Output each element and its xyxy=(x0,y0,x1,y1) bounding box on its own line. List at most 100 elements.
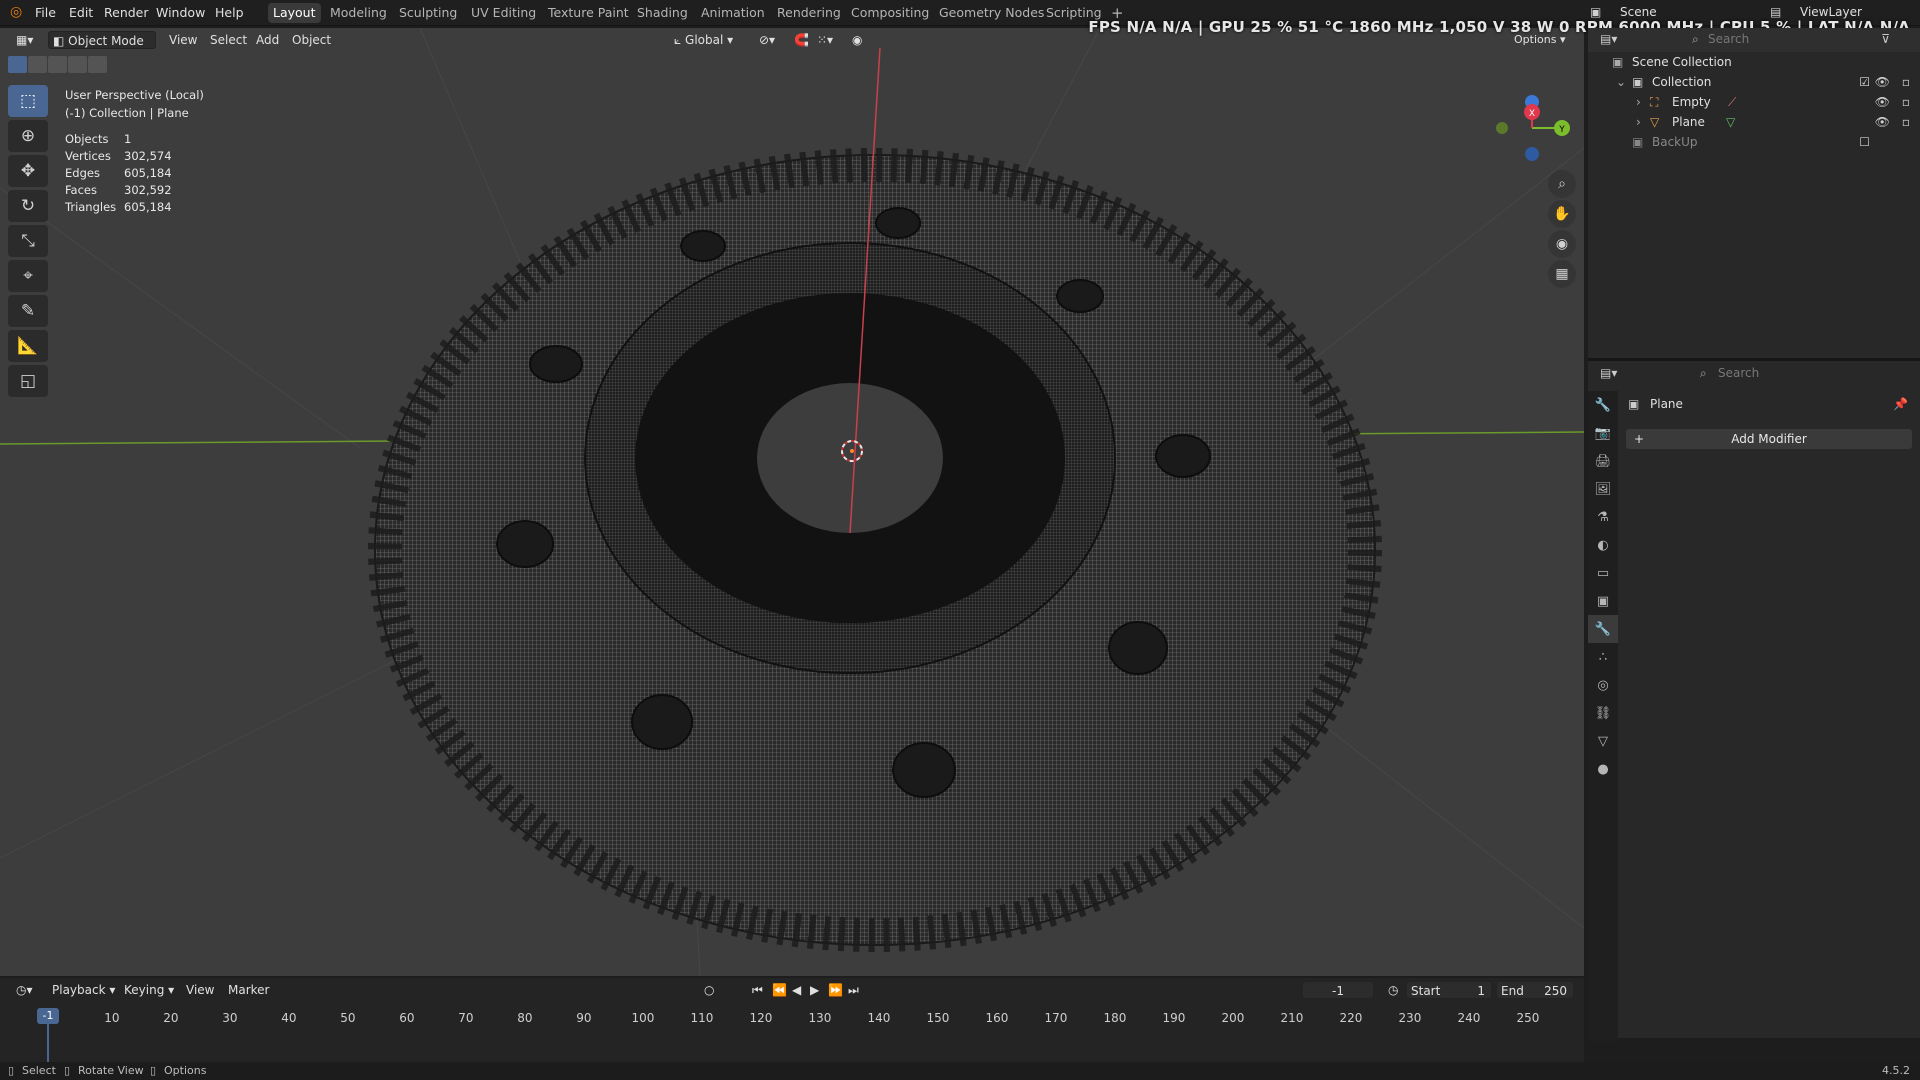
annotate-tool-icon[interactable]: ✎ xyxy=(8,295,48,327)
pin-icon[interactable]: 📌 xyxy=(1893,397,1908,411)
menu-object[interactable]: Object xyxy=(288,31,335,49)
play-reverse-icon[interactable]: ◀ xyxy=(788,981,805,999)
viewlayer-icon[interactable]: ▤ xyxy=(1770,5,1781,19)
render-tab-icon[interactable]: 📷 xyxy=(1588,419,1618,447)
eye-icon[interactable]: 👁 xyxy=(1875,92,1890,112)
tab-texture-paint[interactable]: Texture Paint xyxy=(543,3,634,23)
tab-layout[interactable]: Layout xyxy=(268,3,321,23)
keying-menu[interactable]: Keying ▾ xyxy=(120,981,178,999)
physics-tab-icon[interactable]: ◎ xyxy=(1588,671,1618,699)
menu-select[interactable]: Select xyxy=(206,31,251,49)
scale-tool-icon[interactable]: ⤡ xyxy=(8,225,48,257)
pan-hand-icon[interactable]: ✋ xyxy=(1548,200,1576,228)
tab-geometry-nodes[interactable]: Geometry Nodes xyxy=(934,3,1049,23)
menu-view[interactable]: View xyxy=(165,31,201,49)
3d-viewport[interactable] xyxy=(0,28,1584,976)
proportional-edit-icon[interactable]: ◉ xyxy=(848,31,866,49)
checkbox-icon[interactable]: ☑ xyxy=(1859,72,1870,92)
world-tab-icon[interactable]: ◐ xyxy=(1588,531,1618,559)
outliner-editor-icon[interactable]: ▤▾ xyxy=(1600,32,1617,46)
select-box-tool-icon[interactable]: ⬚ xyxy=(8,85,48,117)
scene-field[interactable]: Scene xyxy=(1620,5,1657,19)
transform-tool-icon[interactable]: ⌖ xyxy=(8,260,48,292)
jump-end-icon[interactable]: ⏭ xyxy=(844,981,863,999)
move-tool-icon[interactable]: ✥ xyxy=(8,155,48,187)
particles-tab-icon[interactable]: ∴ xyxy=(1588,643,1618,671)
current-frame-field[interactable]: -1 xyxy=(1302,981,1374,999)
editor-type-icon[interactable]: ▦▾ xyxy=(12,31,37,49)
playhead[interactable]: -1 xyxy=(37,1008,59,1024)
outliner-item-backup[interactable]: ▣ BackUp ☐ xyxy=(1588,132,1920,152)
data-tab-icon[interactable]: ▽ xyxy=(1588,727,1618,755)
measure-tool-icon[interactable]: 📐 xyxy=(8,330,48,362)
scene-tab-icon[interactable]: ⚗ xyxy=(1588,503,1618,531)
end-frame-field[interactable]: End 250 xyxy=(1496,981,1574,999)
eye-icon[interactable]: 👁 xyxy=(1875,112,1890,132)
select-new-icon[interactable] xyxy=(8,56,27,73)
rotate-tool-icon[interactable]: ↻ xyxy=(8,190,48,222)
menu-file[interactable]: File xyxy=(35,5,56,20)
tab-rendering[interactable]: Rendering xyxy=(772,3,846,23)
filter-icon[interactable]: ⊽ xyxy=(1881,32,1890,46)
ortho-grid-icon[interactable]: ▦ xyxy=(1548,260,1576,288)
output-tab-icon[interactable]: 🖨 xyxy=(1588,447,1618,475)
tab-compositing[interactable]: Compositing xyxy=(846,3,934,23)
select-invert-icon[interactable] xyxy=(68,56,87,73)
chevron-down-icon[interactable]: ⌄ xyxy=(1616,72,1626,92)
outliner-search-input[interactable]: Search xyxy=(1708,32,1749,46)
menu-add[interactable]: Add xyxy=(252,31,283,49)
select-subtract-icon[interactable] xyxy=(48,56,67,73)
outliner-scene-collection[interactable]: ▣ Scene Collection xyxy=(1588,52,1920,72)
camera-icon[interactable]: ▫ xyxy=(1902,72,1910,92)
cursor-tool-icon[interactable]: ⊕ xyxy=(8,120,48,152)
tab-animation[interactable]: Animation xyxy=(696,3,770,23)
tab-sculpting[interactable]: Sculpting xyxy=(394,3,462,23)
tab-modeling[interactable]: Modeling xyxy=(325,3,392,23)
outliner-collection[interactable]: ⌄ ▣ Collection ☑ 👁 ▫ xyxy=(1588,72,1920,92)
snap-icon[interactable]: 🧲 xyxy=(790,31,813,49)
orientation-dropdown[interactable]: ⟀ Global ▾ xyxy=(670,31,737,49)
add-modifier-button[interactable]: + Add Modifier xyxy=(1626,429,1912,449)
camera-icon[interactable]: ▫ xyxy=(1902,92,1910,112)
menu-window[interactable]: Window xyxy=(156,5,205,20)
constraints-tab-icon[interactable]: ⛓ xyxy=(1588,699,1618,727)
tab-shading[interactable]: Shading xyxy=(632,3,693,23)
snap-target-icon[interactable]: ⁙▾ xyxy=(813,31,837,49)
outliner-item-empty[interactable]: › ⛶ Empty ⟋ 👁 ▫ xyxy=(1588,92,1920,112)
tool-tab-icon[interactable]: 🔧 xyxy=(1588,391,1618,419)
view-layer-tab-icon[interactable]: 🖼 xyxy=(1588,475,1618,503)
timeline-view-menu[interactable]: View xyxy=(182,981,218,999)
modifier-tab-icon[interactable]: 🔧 xyxy=(1588,615,1618,643)
camera-view-icon[interactable]: ◉ xyxy=(1548,230,1576,258)
tab-uv-editing[interactable]: UV Editing xyxy=(466,3,541,23)
mode-dropdown[interactable]: ◧ Object Mode ▾ xyxy=(48,31,156,66)
checkbox-icon[interactable]: ☐ xyxy=(1859,132,1870,152)
playback-menu[interactable]: Playback ▾ xyxy=(48,981,119,999)
viewlayer-field[interactable]: ViewLayer xyxy=(1800,5,1862,19)
object-tab-icon[interactable]: ▣ xyxy=(1588,587,1618,615)
timeline-editor-icon[interactable]: ◷▾ xyxy=(12,981,37,999)
start-frame-field[interactable]: Start 1 xyxy=(1406,981,1492,999)
record-icon[interactable]: ○ xyxy=(700,981,718,999)
pivot-icon[interactable]: ⊘▾ xyxy=(755,31,779,49)
scene-icon[interactable]: ▣ xyxy=(1590,5,1601,19)
marker-menu[interactable]: Marker xyxy=(224,981,273,999)
play-icon[interactable]: ▶ xyxy=(806,981,823,999)
properties-editor-icon[interactable]: ▤▾ xyxy=(1600,366,1617,380)
options-button[interactable]: Options ▾ xyxy=(1510,31,1569,49)
navigation-gizmo[interactable]: X Y xyxy=(1480,90,1580,170)
collection-tab-icon[interactable]: ▭ xyxy=(1588,559,1618,587)
clock-icon[interactable]: ◷ xyxy=(1384,981,1402,999)
select-extend-icon[interactable] xyxy=(28,56,47,73)
blender-logo-icon[interactable]: ◎ xyxy=(10,4,22,20)
outliner-item-plane[interactable]: › ▽ Plane ▽ 👁 ▫ xyxy=(1588,112,1920,132)
timeline-ruler[interactable]: 10 20 30 40 50 60 70 80 90 100 110 120 130 140 150 160 1… xyxy=(0,1008,1584,1028)
jump-start-icon[interactable]: ⏮ xyxy=(748,981,767,999)
menu-render[interactable]: Render xyxy=(104,5,149,20)
chevron-right-icon[interactable]: › xyxy=(1636,92,1641,112)
eye-icon[interactable]: 👁 xyxy=(1875,72,1890,92)
select-intersect-icon[interactable] xyxy=(88,56,107,73)
camera-icon[interactable]: ▫ xyxy=(1902,112,1910,132)
menu-help[interactable]: Help xyxy=(215,5,244,20)
chevron-right-icon[interactable]: › xyxy=(1636,112,1641,132)
